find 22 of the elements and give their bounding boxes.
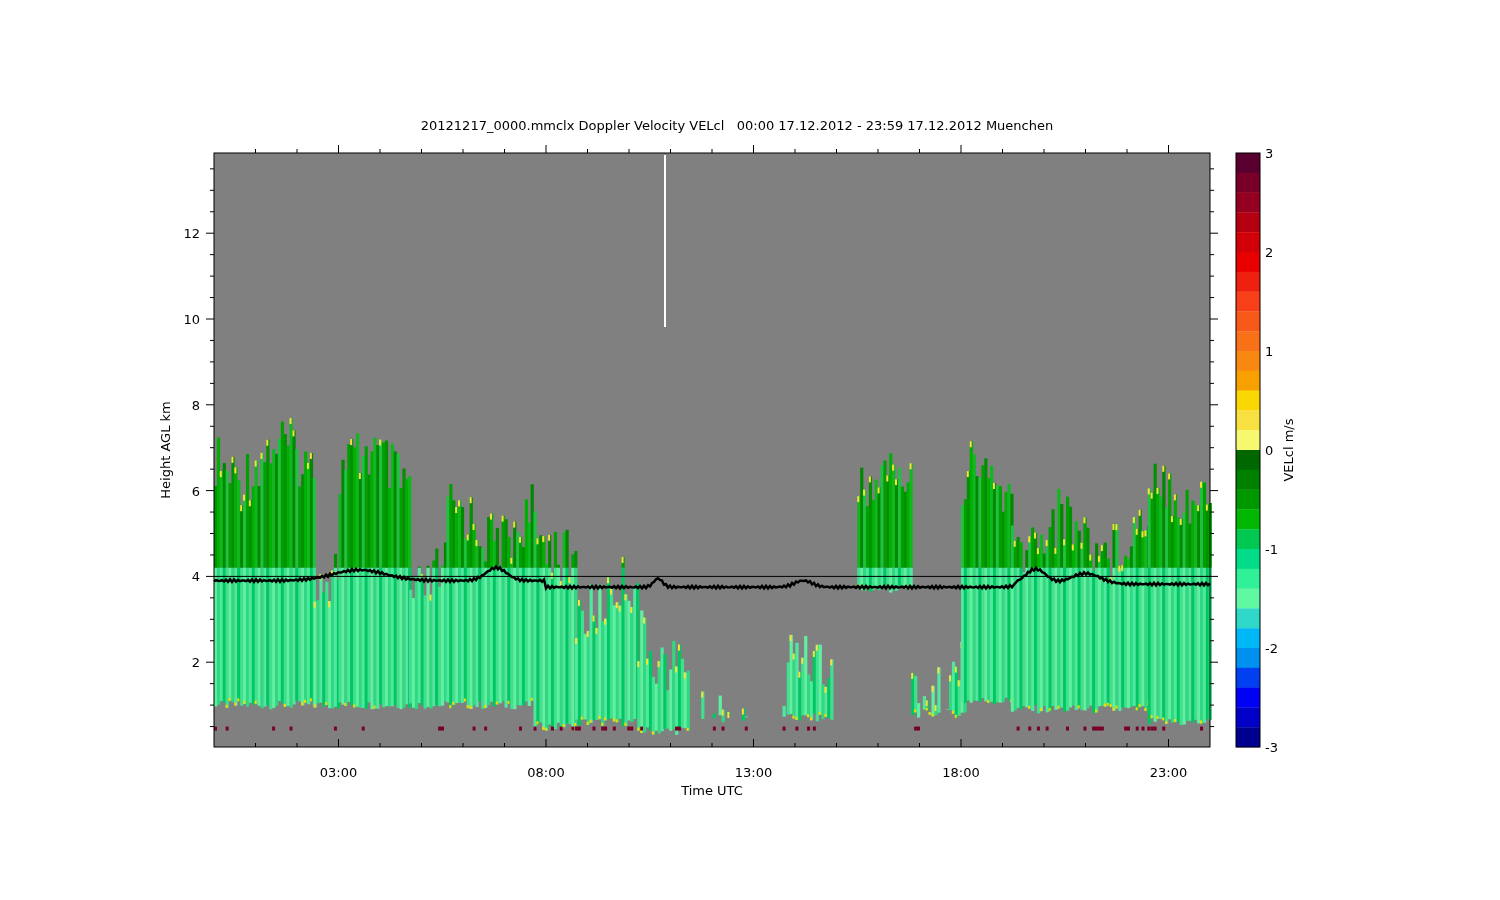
colorbar-tick-label: -1 bbox=[1265, 542, 1278, 557]
axis-tick-label: 8 bbox=[191, 397, 200, 413]
colorbar-label: VELcl m/s bbox=[1281, 418, 1296, 482]
colorbar-tick-label: -2 bbox=[1265, 641, 1278, 656]
colorbar-tick-label: -3 bbox=[1265, 740, 1278, 755]
axis-tick-label: 23:00 bbox=[1149, 765, 1188, 780]
colorbar-tick-label: 2 bbox=[1265, 245, 1274, 260]
axis-tick-label: 03:00 bbox=[319, 765, 358, 780]
axis-label: Time UTC bbox=[681, 783, 743, 798]
axis-tick-label: 10 bbox=[183, 312, 200, 327]
axis-tick-label: 13:00 bbox=[734, 765, 773, 780]
axis-tick-label: 2 bbox=[191, 655, 200, 671]
axis-tick-label: 6 bbox=[191, 483, 200, 499]
axis-tick-label: 18:00 bbox=[942, 765, 980, 780]
colorbar-tick-label: 1 bbox=[1265, 344, 1274, 359]
colorbar-tick-label: 3 bbox=[1265, 146, 1274, 161]
axis-tick-label: 12 bbox=[183, 226, 200, 242]
axis-tick-label: 08:00 bbox=[527, 765, 565, 780]
axis-label: Height AGL km bbox=[158, 401, 173, 499]
colorbar-tick-label: 0 bbox=[1265, 443, 1274, 458]
chart-title: 20121217_0000.mmclx Doppler Velocity VELcl 00:00 17.12.2012 - 23:59 17.12.2012 Muenchen bbox=[420, 118, 1054, 133]
axis-tick-label: 4 bbox=[191, 569, 200, 585]
